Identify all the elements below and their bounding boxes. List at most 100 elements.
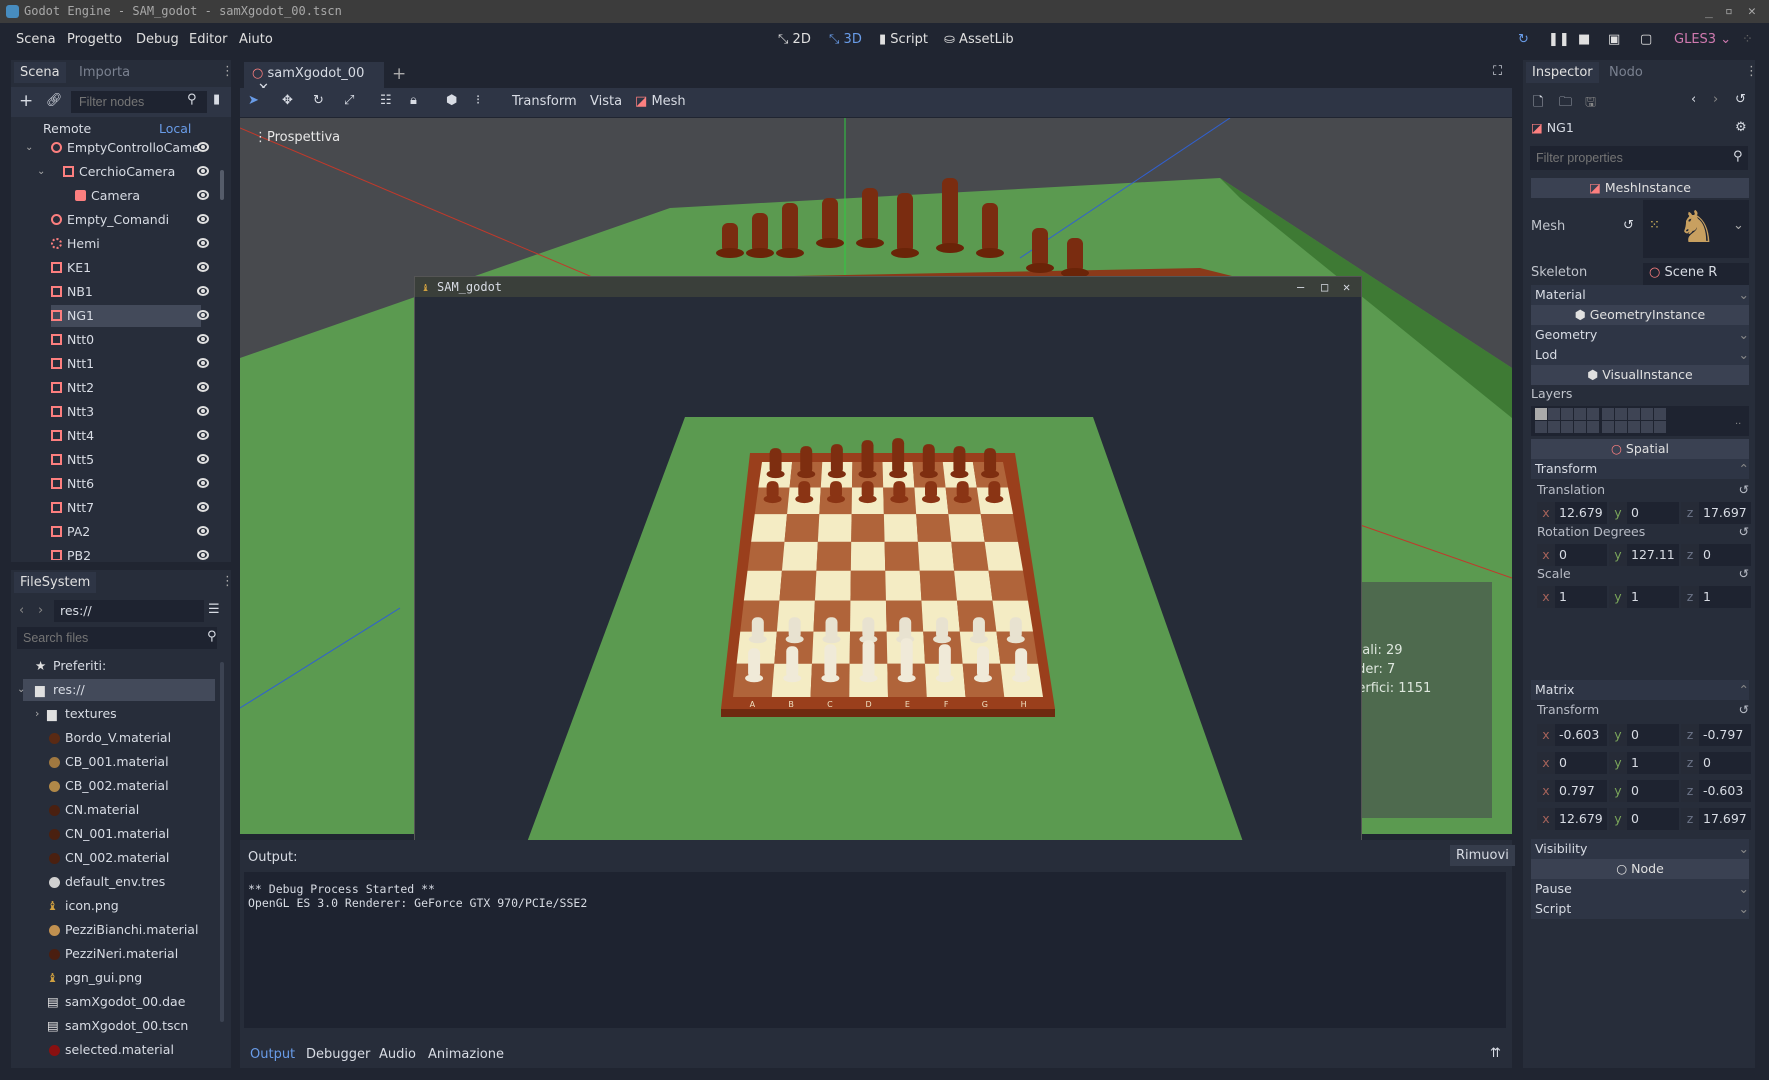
reset-icon[interactable]: ↺ xyxy=(1739,700,1749,720)
x-field[interactable]: x -0.603 xyxy=(1537,724,1607,746)
visibility-eye-icon[interactable] xyxy=(197,262,209,272)
play-icon[interactable]: ↻ xyxy=(1518,32,1529,47)
chevron-down-icon[interactable]: ⌄ xyxy=(1733,218,1744,233)
layer-bit[interactable] xyxy=(1602,408,1614,420)
z-field[interactable]: z 17.697 xyxy=(1681,808,1751,830)
tab-scena[interactable]: Scena xyxy=(14,62,66,83)
tab-importa[interactable]: Importa xyxy=(73,62,136,83)
file-item[interactable]: CB_001.material xyxy=(15,750,215,774)
scene-tree-scrollbar[interactable] xyxy=(220,170,224,200)
tab-nodo[interactable]: Nodo xyxy=(1603,62,1649,83)
file-item[interactable]: ▤ samXgodot_00.dae xyxy=(15,990,215,1014)
layers-more[interactable]: .. xyxy=(1735,416,1741,427)
file-item[interactable]: default_env.tres xyxy=(15,870,215,894)
x-field[interactable]: x0 xyxy=(1537,544,1607,566)
tab-filesystem[interactable]: FileSystem xyxy=(14,572,97,593)
mesh-resource-picker[interactable]: ⁙ ♞ ⌄ xyxy=(1643,200,1749,258)
pause-icon[interactable]: ❚❚ xyxy=(1548,32,1570,47)
visibility-eye-icon[interactable] xyxy=(197,166,209,176)
remote-tab[interactable]: Remote xyxy=(43,121,91,136)
menu-scena[interactable]: Scena xyxy=(16,32,56,47)
file-item[interactable]: PezziNeri.material xyxy=(15,942,215,966)
layer-bit[interactable] xyxy=(1535,421,1547,433)
minimize-icon[interactable]: _ xyxy=(1705,0,1713,23)
save-resource-icon[interactable]: 🖫︎ xyxy=(1585,93,1596,115)
mode-assetlib-button[interactable]: ⛀ AssetLib xyxy=(944,32,1014,47)
mode-3d-button[interactable]: ⤡ 3D xyxy=(829,32,862,47)
menu-aiuto[interactable]: Aiuto xyxy=(239,32,273,47)
reset-icon[interactable]: ↺ xyxy=(1623,218,1634,233)
layers-grid[interactable] xyxy=(1531,406,1749,436)
rotate-tool-icon[interactable]: ↻ xyxy=(313,93,324,108)
close-window-icon[interactable]: ✕ xyxy=(1748,0,1756,23)
layer-bit[interactable] xyxy=(1615,421,1627,433)
file-item[interactable]: CN.material xyxy=(15,798,215,822)
minimize-icon[interactable]: – xyxy=(1297,277,1304,297)
scene-tab[interactable]: ○ samXgodot_00 ✕ xyxy=(244,62,384,96)
geometry-category[interactable]: Geometry ⌄ xyxy=(1531,325,1749,345)
matrix-category[interactable]: Matrix ⌃ xyxy=(1531,680,1749,700)
tree-node[interactable]: Camera xyxy=(11,184,231,208)
mesh-menu[interactable]: ◪ Mesh xyxy=(635,94,686,109)
y-field[interactable]: y0 xyxy=(1609,808,1679,830)
file-item[interactable]: selected.material xyxy=(15,1038,215,1062)
visibility-eye-icon[interactable] xyxy=(197,334,209,344)
clear-output-button[interactable]: Rimuovi xyxy=(1450,845,1515,866)
tree-node[interactable]: PB2 xyxy=(11,544,231,560)
scale-tool-icon[interactable]: ⤢ xyxy=(344,93,354,108)
forward-icon[interactable]: › xyxy=(38,603,43,618)
layer-bit[interactable] xyxy=(1574,408,1586,420)
file-item[interactable]: ♝ icon.png xyxy=(15,894,215,918)
layer-bit[interactable] xyxy=(1628,421,1640,433)
tree-node[interactable]: Ntt7 xyxy=(11,496,231,520)
object-properties-icon[interactable]: ⚙ xyxy=(1735,120,1747,135)
collapse-arrow-icon[interactable]: › xyxy=(35,702,39,726)
reset-icon[interactable]: ↺ xyxy=(1739,564,1749,584)
dock-menu-icon[interactable]: ⋮ xyxy=(221,574,234,589)
y-field[interactable]: y1 xyxy=(1609,752,1679,774)
menu-progetto[interactable]: Progetto xyxy=(67,32,122,47)
tab-inspector[interactable]: Inspector xyxy=(1526,62,1599,83)
history-forward-icon[interactable]: › xyxy=(1713,92,1718,107)
layer-bit[interactable] xyxy=(1535,408,1547,420)
z-field[interactable]: z -0.797 xyxy=(1681,724,1751,746)
expand-arrow-icon[interactable]: ⌄ xyxy=(17,678,25,702)
stop-icon[interactable]: ■ xyxy=(1578,32,1590,47)
snap-icon[interactable]: ⁝ xyxy=(476,93,480,108)
z-field[interactable]: z 17.697 xyxy=(1681,502,1751,524)
layer-bit[interactable] xyxy=(1654,408,1666,420)
tree-node[interactable]: PA2 xyxy=(11,520,231,544)
mode-script-button[interactable]: ▮ Script xyxy=(879,32,928,47)
expand-arrow-icon[interactable]: ⌄ xyxy=(25,140,33,160)
expand-arrow-icon[interactable]: ⌄ xyxy=(37,160,45,184)
tree-node[interactable]: KE1 xyxy=(11,256,231,280)
visibility-category[interactable]: Visibility ⌄ xyxy=(1531,839,1749,859)
file-item[interactable]: ▤ samXgodot_00.tscn xyxy=(15,1014,215,1038)
tree-node[interactable]: Ntt5 xyxy=(11,448,231,472)
new-resource-icon[interactable]: 🗋︎ xyxy=(1533,93,1543,115)
attach-script-icon[interactable]: ▮ xyxy=(213,92,220,107)
list-select-icon[interactable]: ☷ xyxy=(380,93,392,108)
visibility-eye-icon[interactable] xyxy=(197,214,209,224)
layer-bit[interactable] xyxy=(1548,421,1560,433)
layer-bit[interactable] xyxy=(1561,421,1573,433)
play-scene-icon[interactable]: ▣ xyxy=(1608,32,1620,47)
filter-properties-input[interactable] xyxy=(1530,146,1748,170)
visibility-eye-icon[interactable] xyxy=(197,406,209,416)
file-item[interactable]: CN_001.material xyxy=(15,822,215,846)
maximize-icon[interactable]: ▫ xyxy=(1725,0,1733,23)
z-field[interactable]: z -0.603 xyxy=(1681,780,1751,802)
split-view-icon[interactable]: ☰ xyxy=(208,602,220,617)
x-field[interactable]: x 12.679 xyxy=(1537,808,1607,830)
tree-node[interactable]: Hemi xyxy=(11,232,231,256)
tree-node[interactable]: NG1 xyxy=(11,304,231,328)
layer-bit[interactable] xyxy=(1654,421,1666,433)
local-tab[interactable]: Local xyxy=(159,121,191,136)
layer-bit[interactable] xyxy=(1602,421,1614,433)
layer-bit[interactable] xyxy=(1641,408,1653,420)
lod-category[interactable]: Lod ⌄ xyxy=(1531,345,1749,365)
section-spatial[interactable]: ○ Spatial xyxy=(1531,439,1749,459)
history-icon[interactable]: ↺ xyxy=(1735,92,1746,107)
menu-debug[interactable]: Debug xyxy=(136,32,179,47)
mode-2d-button[interactable]: ⤡ 2D xyxy=(778,32,811,47)
